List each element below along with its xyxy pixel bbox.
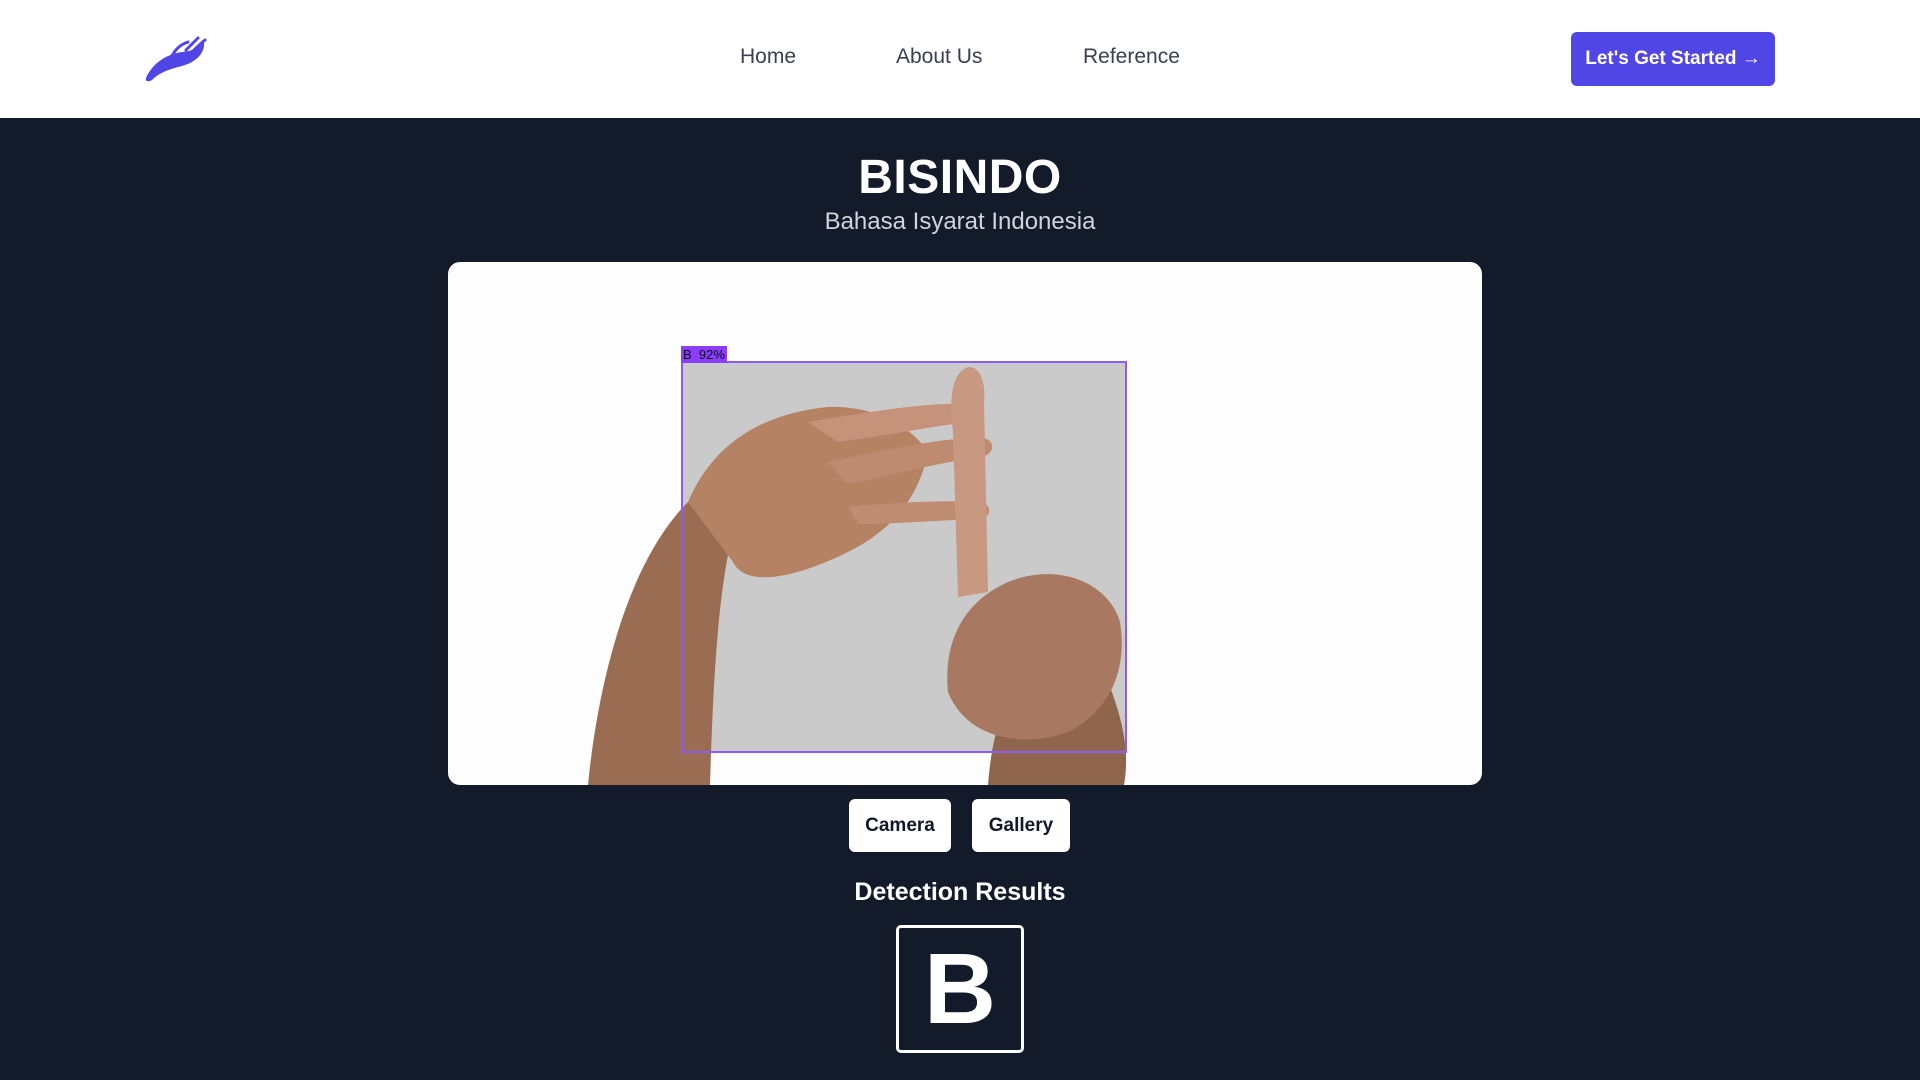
get-started-button[interactable]: Let's Get Started →: [1571, 32, 1775, 86]
page-subtitle: Bahasa Isyarat Indonesia: [824, 208, 1096, 235]
image-preview-card: B 92%: [448, 262, 1482, 785]
site-header: Home About Us Reference Let's Get Starte…: [0, 0, 1920, 118]
page-title: BISINDO: [858, 151, 1062, 204]
nav-home[interactable]: Home: [740, 45, 796, 69]
camera-button[interactable]: Camera: [849, 799, 951, 852]
detection-bounding-box: [681, 361, 1127, 753]
nav-reference[interactable]: Reference: [1083, 45, 1180, 69]
detection-results-title: Detection Results: [854, 878, 1066, 906]
gallery-button[interactable]: Gallery: [972, 799, 1070, 852]
detected-letter-box: B: [896, 925, 1024, 1053]
detection-label: B 92%: [681, 346, 727, 363]
detected-letter: B: [923, 932, 997, 1045]
nav-about-us[interactable]: About Us: [896, 45, 982, 69]
